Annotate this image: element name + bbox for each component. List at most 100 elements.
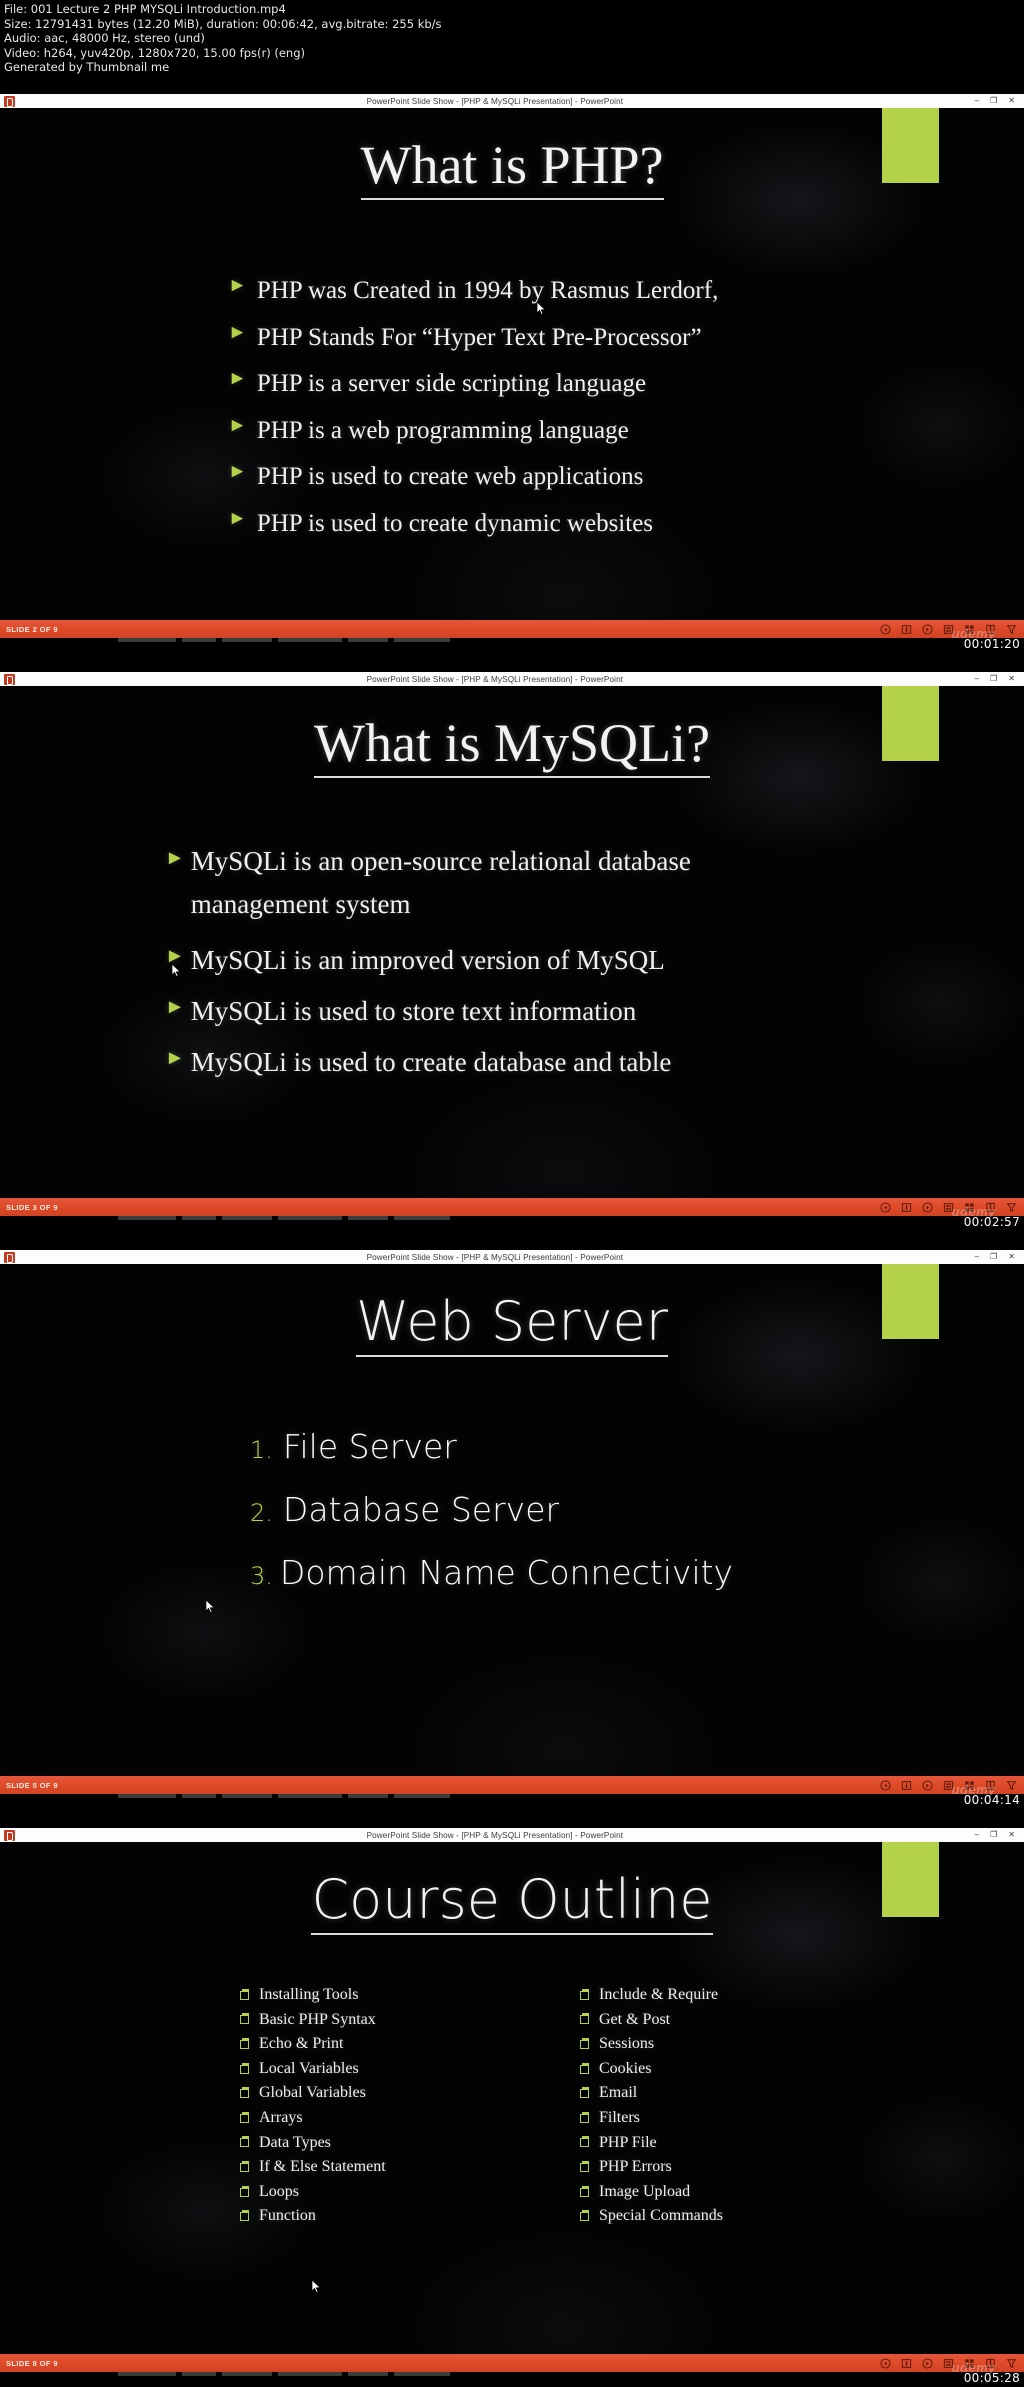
checkbox-bullet-icon [240, 2136, 249, 2148]
player-controls[interactable] [880, 623, 1017, 635]
pause-icon[interactable] [901, 2358, 912, 2369]
list-item-label: Function [259, 2207, 316, 2225]
player-controls[interactable] [880, 2357, 1017, 2369]
video-timestamp: 00:01:20 [963, 637, 1020, 651]
list-item: If & Else Statement [240, 2155, 470, 2180]
list-item-label: File Server [282, 1427, 457, 1466]
list-item: PHP Errors [580, 2155, 840, 2180]
video-progress-strip[interactable] [0, 2372, 1024, 2376]
minimize-icon[interactable]: – [975, 97, 979, 105]
list-item: Email [580, 2081, 840, 2106]
list-item-label: MySQLi is an improved version of MySQL [190, 945, 665, 975]
file-info-line-4: Video: h264, yuv420p, 1280x720, 15.00 fp… [4, 45, 306, 60]
list-item-label: PHP File [599, 2133, 657, 2151]
previous-icon[interactable] [880, 2357, 891, 2369]
player-statusbar-mysqli[interactable]: SLIDE 3 OF 9 [0, 1198, 1024, 1220]
previous-icon[interactable] [880, 1201, 891, 1213]
close-icon[interactable]: ✕ [1008, 675, 1015, 683]
close-icon[interactable]: ✕ [1008, 97, 1015, 105]
list-item-label: If & Else Statement [259, 2158, 386, 2176]
restore-icon[interactable]: ❐ [990, 675, 997, 683]
video-timestamp: 00:02:57 [963, 1215, 1020, 1229]
more-options-icon[interactable] [1006, 624, 1017, 635]
triangle-bullet-icon: ► [228, 414, 247, 436]
previous-icon[interactable] [880, 1779, 891, 1791]
list-item-label: MySQLi is an open-source relational data… [190, 846, 691, 919]
list-item: ► MySQLi is an open-source relational da… [165, 840, 865, 926]
list-item: 3. Domain Name Connectivity [250, 1543, 1024, 1606]
list-item-label: Basic PHP Syntax [259, 2010, 376, 2028]
list-item: ► PHP is used to create web applications [228, 454, 1024, 501]
mouse-cursor-icon [206, 1600, 215, 1613]
list-item: Arrays [240, 2106, 470, 2131]
accent-bar [882, 1264, 939, 1339]
triangle-bullet-icon: ► [165, 1047, 185, 1069]
mouse-cursor-icon [537, 302, 546, 315]
player-statusbar-outline[interactable]: SLIDE 8 OF 9 [0, 2354, 1024, 2376]
minimize-icon[interactable]: – [975, 675, 979, 683]
window-controls[interactable]: – ❐ ✕ [975, 1831, 1015, 1839]
video-progress-strip[interactable] [0, 1794, 1024, 1798]
minimize-icon[interactable]: – [975, 1253, 979, 1261]
checkbox-bullet-icon [580, 2013, 589, 2025]
next-icon[interactable] [922, 1779, 933, 1791]
list-item-label: Installing Tools [259, 1986, 359, 2003]
list-item: Basic PHP Syntax [240, 2008, 470, 2033]
player-controls[interactable] [880, 1779, 1017, 1791]
list-item-label: Image Upload [599, 2182, 691, 2200]
numbered-list-webserver: 1. File Server 2. Database Server 3. Dom… [250, 1417, 1024, 1606]
list-item: Cookies [580, 2057, 840, 2082]
list-item-label: Global Variables [259, 2084, 366, 2102]
list-item: Loops [240, 2180, 470, 2205]
slide-title-text: Web Server [356, 1290, 668, 1357]
close-icon[interactable]: ✕ [1008, 1831, 1015, 1839]
bullet-list-php: ► PHP was Created in 1994 by Rasmus Lerd… [228, 268, 1024, 547]
powerpoint-icon [4, 673, 15, 685]
more-options-icon[interactable] [1006, 1780, 1017, 1791]
video-frame-slide-mysqli: PowerPoint Slide Show - [PHP & MySQLi Pr… [0, 672, 1024, 1230]
pause-icon[interactable] [901, 1780, 912, 1791]
slide-canvas-webserver: Web Server 1. File Server 2. Database Se… [0, 1264, 1024, 1776]
list-item-label: Local Variables [259, 2059, 359, 2077]
list-item-label: PHP is used to create dynamic websites [256, 509, 654, 537]
accent-bar [882, 108, 939, 183]
slide-title-text: Course Outline [311, 1868, 713, 1935]
previous-icon[interactable] [880, 623, 891, 635]
list-item-label: Sessions [599, 2035, 655, 2053]
more-options-icon[interactable] [1006, 2358, 1017, 2369]
window-controls[interactable]: – ❐ ✕ [975, 675, 1015, 683]
list-item: Sessions [580, 2032, 840, 2057]
window-controls[interactable]: – ❐ ✕ [975, 97, 1015, 105]
minimize-icon[interactable]: – [975, 1831, 979, 1839]
file-info-line-2: Size: 12791431 bytes (12.20 MiB), durati… [4, 16, 442, 31]
triangle-bullet-icon: ► [228, 461, 247, 482]
video-progress-strip[interactable] [0, 1216, 1024, 1220]
checkbox-bullet-icon [580, 2037, 589, 2049]
video-frame-slide-outline: PowerPoint Slide Show - [PHP & MySQLi Pr… [0, 1828, 1024, 2386]
list-item-label: PHP is used to create web applications [256, 463, 644, 490]
pause-icon[interactable] [901, 1202, 912, 1213]
slide-counter: SLIDE 5 OF 9 [6, 1780, 58, 1790]
list-item: Global Variables [240, 2081, 470, 2106]
player-statusbar-webserver[interactable]: SLIDE 5 OF 9 [0, 1776, 1024, 1798]
triangle-bullet-icon: ► [228, 507, 247, 529]
player-controls[interactable] [880, 1201, 1017, 1213]
checkbox-bullet-icon [580, 2160, 589, 2172]
next-icon[interactable] [922, 623, 933, 635]
pause-icon[interactable] [901, 624, 912, 635]
window-controls[interactable]: – ❐ ✕ [975, 1253, 1015, 1261]
file-info-line-1: File: 001 Lecture 2 PHP MYSQLi Introduct… [4, 2, 286, 16]
video-progress-strip[interactable] [0, 638, 1024, 642]
powerpoint-icon [4, 1829, 15, 1841]
list-item-label: MySQLi is used to create database and ta… [190, 1047, 672, 1077]
next-icon[interactable] [922, 2357, 933, 2369]
more-options-icon[interactable] [1006, 1202, 1017, 1213]
player-statusbar-php[interactable]: SLIDE 2 OF 9 [0, 620, 1024, 642]
video-frame-slide-php: PowerPoint Slide Show - [PHP & MySQLi Pr… [0, 94, 1024, 652]
close-icon[interactable]: ✕ [1008, 1253, 1015, 1261]
restore-icon[interactable]: ❐ [990, 97, 997, 105]
powerpoint-titlebar: PowerPoint Slide Show - [PHP & MySQLi Pr… [0, 672, 1024, 686]
restore-icon[interactable]: ❐ [990, 1253, 997, 1261]
restore-icon[interactable]: ❐ [990, 1831, 997, 1839]
next-icon[interactable] [922, 1201, 933, 1213]
